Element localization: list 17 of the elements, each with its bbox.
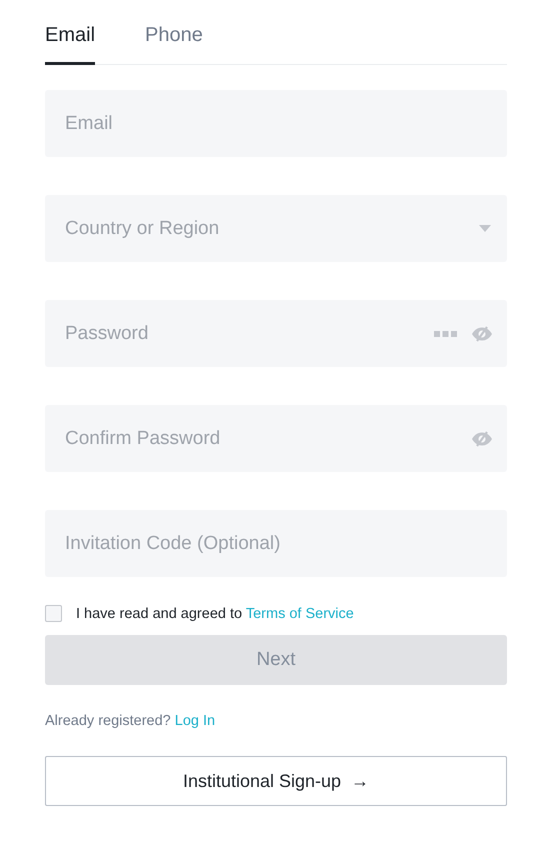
input-field[interactable]: Invitation Code (Optional) bbox=[45, 510, 507, 577]
password-field[interactable]: Password bbox=[45, 300, 507, 367]
login-prompt: Already registered? Log In bbox=[45, 713, 216, 729]
tab[interactable]: Email bbox=[45, 20, 96, 65]
eye-hidden-icon[interactable] bbox=[471, 431, 493, 447]
tab[interactable]: Phone bbox=[145, 20, 203, 65]
dots-icon[interactable] bbox=[434, 331, 457, 337]
login-link[interactable]: Log In bbox=[174, 713, 216, 729]
password-field[interactable]: Confirm Password bbox=[45, 405, 507, 472]
country-select[interactable]: Country or Region bbox=[45, 195, 507, 262]
caret-icon bbox=[479, 225, 491, 232]
institutional-signup-button[interactable]: Institutional Sign-up → bbox=[45, 756, 507, 806]
eye-hidden-icon[interactable] bbox=[471, 326, 493, 342]
checkbox[interactable] bbox=[45, 605, 62, 622]
input-field[interactable]: Email bbox=[45, 90, 507, 157]
terms-link[interactable]: Terms of Service bbox=[246, 606, 354, 622]
agreement-text: I have read and agreed to Terms of Service bbox=[76, 606, 354, 622]
